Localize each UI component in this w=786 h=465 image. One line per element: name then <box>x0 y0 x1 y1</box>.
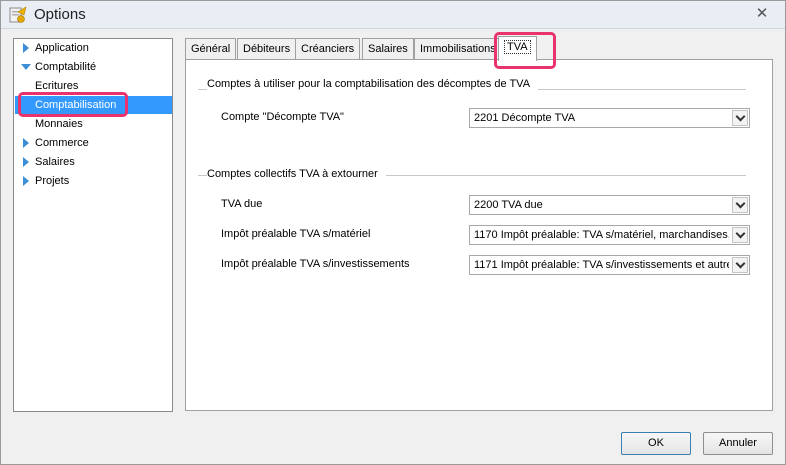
tab-label: Créanciers <box>301 43 355 55</box>
cancel-button[interactable]: Annuler <box>703 432 773 455</box>
tree-item-label: Application <box>35 42 89 54</box>
field-label-compte-decompte: Compte "Décompte TVA" <box>221 111 344 123</box>
tab-creanciers[interactable]: Créanciers <box>295 38 361 60</box>
field-label-impot-materiel: Impôt préalable TVA s/matériel <box>221 228 371 240</box>
compte-decompte-select[interactable]: 2201 Décompte TVA <box>469 108 750 128</box>
group-title-collectifs: Comptes collectifs TVA à extourner <box>207 168 386 180</box>
chevron-down-icon[interactable] <box>732 110 748 126</box>
tab-label: Général <box>191 43 231 55</box>
options-app-icon <box>9 6 27 23</box>
combo-value: 2201 Décompte TVA <box>474 112 576 124</box>
tree-item-label: Salaires <box>35 156 75 168</box>
tree-item-label: Monnaies <box>35 118 83 130</box>
tva-due-select[interactable]: 2200 TVA due <box>469 195 750 215</box>
tree-item-label: Projets <box>35 175 70 187</box>
chevron-down-icon[interactable] <box>732 227 748 243</box>
expand-arrow-icon[interactable] <box>23 176 29 186</box>
collapse-arrow-icon[interactable] <box>21 64 31 70</box>
expand-arrow-icon[interactable] <box>23 43 29 53</box>
tree-item-label: Commerce <box>35 137 89 149</box>
expand-arrow-icon[interactable] <box>23 138 29 148</box>
field-label-impot-investissements: Impôt préalable TVA s/investissements <box>221 258 410 270</box>
tree-item-comptabilite[interactable]: Comptabilité <box>15 58 172 76</box>
close-icon[interactable]: ✕ <box>751 4 773 24</box>
tab-label: Débiteurs <box>243 43 291 55</box>
title-bar[interactable]: Options ✕ <box>1 1 785 29</box>
tree-item-monnaies[interactable]: Monnaies <box>15 115 172 133</box>
chevron-down-icon[interactable] <box>732 197 748 213</box>
window-title: Options <box>34 6 86 23</box>
tree-item-projets[interactable]: Projets <box>15 172 172 190</box>
tree-item-application[interactable]: Application <box>15 39 172 57</box>
tab-general[interactable]: Général <box>185 38 237 60</box>
combo-value: 1171 Impôt préalable: TVA s/investisseme… <box>474 259 729 271</box>
tree-item-commerce[interactable]: Commerce <box>15 134 172 152</box>
ok-button[interactable]: OK <box>621 432 691 455</box>
tree-item-salaires[interactable]: Salaires <box>15 153 172 171</box>
impot-materiel-select[interactable]: 1170 Impôt préalable: TVA s/matériel, ma… <box>469 225 750 245</box>
tab-immobilisations[interactable]: Immobilisations <box>414 38 502 60</box>
tab-debiteurs[interactable]: Débiteurs <box>237 38 297 60</box>
highlight-annotation <box>494 32 556 69</box>
chevron-down-icon[interactable] <box>732 257 748 273</box>
impot-investissements-select[interactable]: 1171 Impôt préalable: TVA s/investisseme… <box>469 255 750 275</box>
combo-value: 1170 Impôt préalable: TVA s/matériel, ma… <box>474 229 729 241</box>
tab-label: Immobilisations <box>420 43 496 55</box>
expand-arrow-icon[interactable] <box>23 157 29 167</box>
tva-settings-panel: Comptes à utiliser pour la comptabilisat… <box>185 59 773 411</box>
options-dialog: Options ✕ Application Comptabilité Ecrit… <box>0 0 786 465</box>
field-label-tva-due: TVA due <box>221 198 263 210</box>
tree-item-label: Comptabilité <box>35 61 97 73</box>
group-title-decomptes: Comptes à utiliser pour la comptabilisat… <box>207 78 539 90</box>
highlight-annotation <box>18 92 128 117</box>
combo-value: 2200 TVA due <box>474 199 543 211</box>
tab-salaires[interactable]: Salaires <box>362 38 414 60</box>
tab-label: Salaires <box>368 43 408 55</box>
